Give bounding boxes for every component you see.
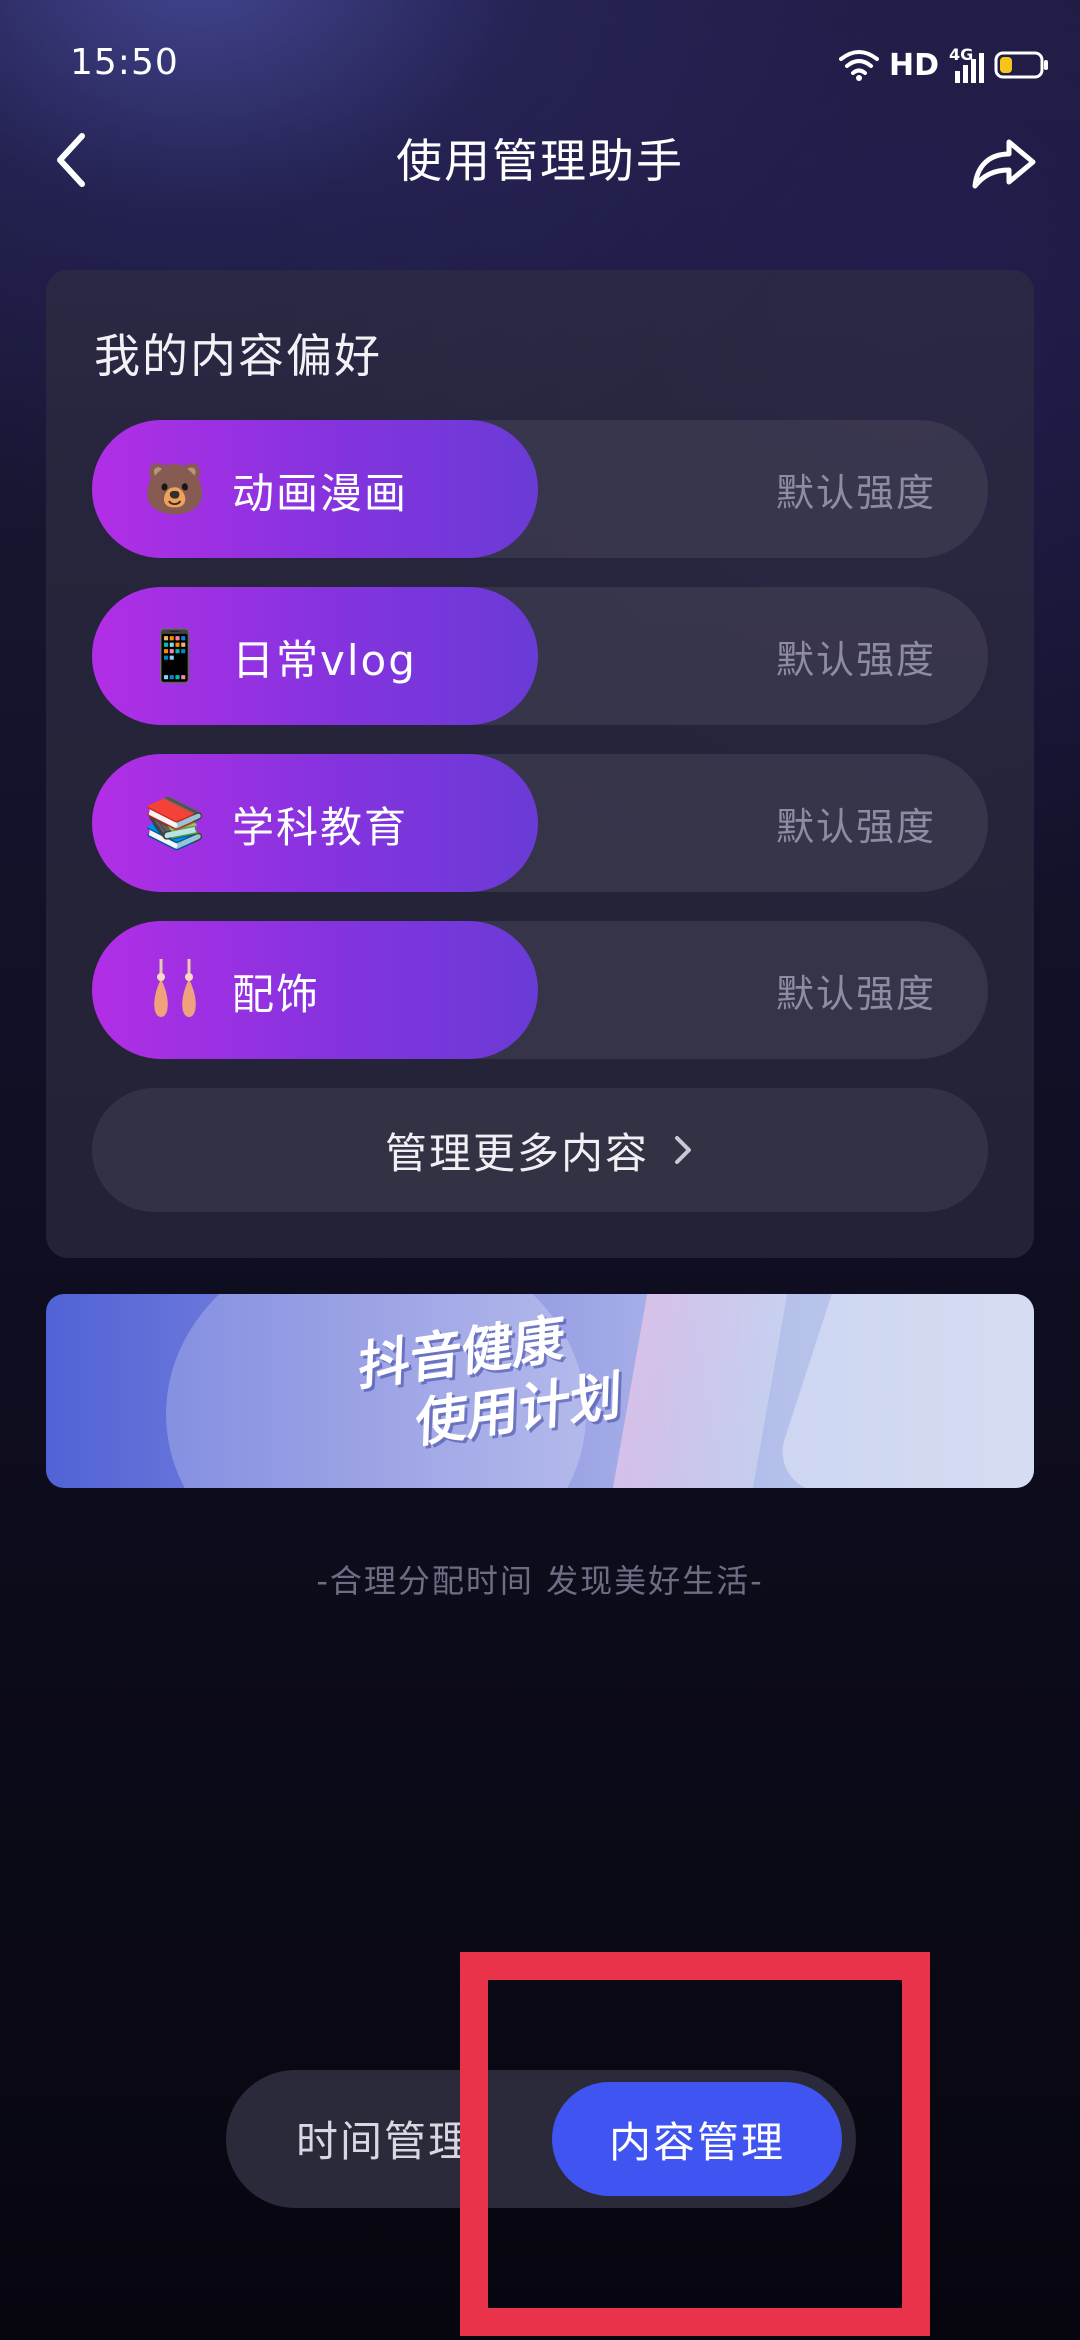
preference-label: 配饰 [232,970,321,1019]
preference-level: 默认强度 [775,638,936,682]
health-plan-banner[interactable]: 抖音健康 使用计划 [46,1294,1034,1488]
preference-item-anime[interactable]: 🐻 动画漫画 默认强度 [92,420,988,558]
manage-more-content-button[interactable]: 管理更多内容 [92,1088,988,1212]
preference-item-vlog[interactable]: 📱 日常vlog 默认强度 [92,587,988,725]
tagline: -合理分配时间 发现美好生活- [316,1562,764,1600]
banner-decoration [772,1294,1034,1488]
hd-label: HD [888,47,939,83]
preference-label: 日常vlog [232,636,417,685]
wifi-icon [838,50,879,81]
phone-icon: 📱 [143,627,207,685]
preference-item-education[interactable]: 📚 学科教育 默认强度 [92,754,988,892]
card-title: 我的内容偏好 [94,329,382,383]
preference-item-accessories[interactable]: 配饰 默认强度 [92,921,988,1059]
banner-decoration [597,1294,795,1488]
preference-level: 默认强度 [775,805,936,849]
page-title: 使用管理助手 [396,134,684,188]
status-time: 15:50 [70,42,179,83]
preference-level: 默认强度 [775,972,936,1016]
preference-label: 动画漫画 [232,469,409,518]
manage-more-label: 管理更多内容 [384,1128,649,1178]
bear-icon: 🐻 [143,460,207,518]
share-icon [972,139,1036,189]
battery-icon [994,51,1048,79]
preference-level: 默认强度 [775,471,936,515]
preference-label: 学科教育 [232,803,409,852]
share-button[interactable] [964,122,1044,202]
earrings-icon [140,955,210,1025]
chevron-right-icon [675,1136,691,1164]
books-icon: 📚 [143,794,207,852]
signal-label: 4G [949,45,974,64]
tab-time-management[interactable]: 时间管理 [296,2108,472,2169]
highlight-box [460,1952,930,2336]
status-icons: HD 4G [838,40,1050,90]
signal-icon: 4G [949,45,984,83]
